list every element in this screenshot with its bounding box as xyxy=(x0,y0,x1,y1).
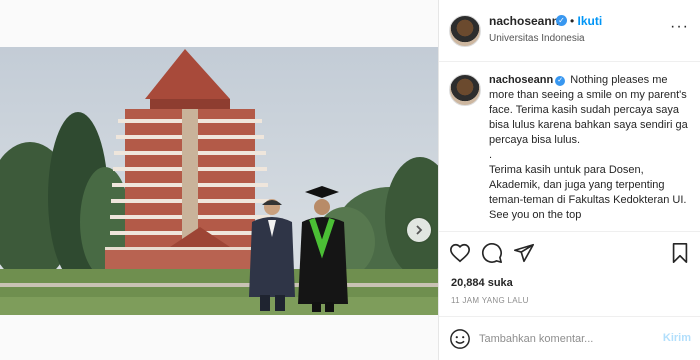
caption-username[interactable]: nachoseann xyxy=(489,74,553,86)
next-photo-button[interactable] xyxy=(407,218,431,242)
share-icon[interactable] xyxy=(513,242,535,264)
post-photo xyxy=(0,47,438,315)
verified-badge-icon: ✓ xyxy=(556,15,567,26)
emoji-icon[interactable] xyxy=(449,328,471,350)
verified-badge-icon: ✓ xyxy=(555,76,566,86)
comment-icon[interactable] xyxy=(481,242,503,264)
like-count[interactable]: 20,884 suka xyxy=(451,277,513,289)
post-comment-button[interactable]: Kirim xyxy=(663,332,691,344)
location-link[interactable]: Universitas Indonesia xyxy=(489,33,585,44)
follow-label: Ikuti xyxy=(577,14,603,28)
media-area xyxy=(0,0,438,360)
caption-section: nachoseann ✓ Nothing pleases me more than… xyxy=(439,62,700,232)
caption-text: nachoseann ✓ Nothing pleases me more than… xyxy=(489,73,694,223)
post-header: nachoseann ✓ • Ikuti Universitas Indones… xyxy=(439,0,700,62)
action-bar xyxy=(439,232,700,272)
avatar[interactable] xyxy=(449,15,481,47)
post-side-panel: nachoseann ✓ • Ikuti Universitas Indones… xyxy=(438,0,700,360)
follow-button[interactable]: • Ikuti xyxy=(570,14,602,28)
post-timestamp: 11 JAM YANG LALU xyxy=(451,296,529,305)
more-options-button[interactable]: ··· xyxy=(670,18,689,36)
separator-dot: • xyxy=(570,14,575,28)
comment-bar: Kirim xyxy=(439,316,700,360)
caption-body: Nothing pleases me more than seeing a sm… xyxy=(489,74,688,221)
chevron-right-icon xyxy=(416,225,423,235)
header-username[interactable]: nachoseann xyxy=(489,14,559,28)
instagram-post-window: nachoseann ✓ • Ikuti Universitas Indones… xyxy=(0,0,700,360)
caption-avatar[interactable] xyxy=(449,74,481,106)
heart-icon[interactable] xyxy=(449,242,471,264)
bookmark-icon[interactable] xyxy=(669,242,691,264)
comment-input[interactable] xyxy=(479,329,659,349)
